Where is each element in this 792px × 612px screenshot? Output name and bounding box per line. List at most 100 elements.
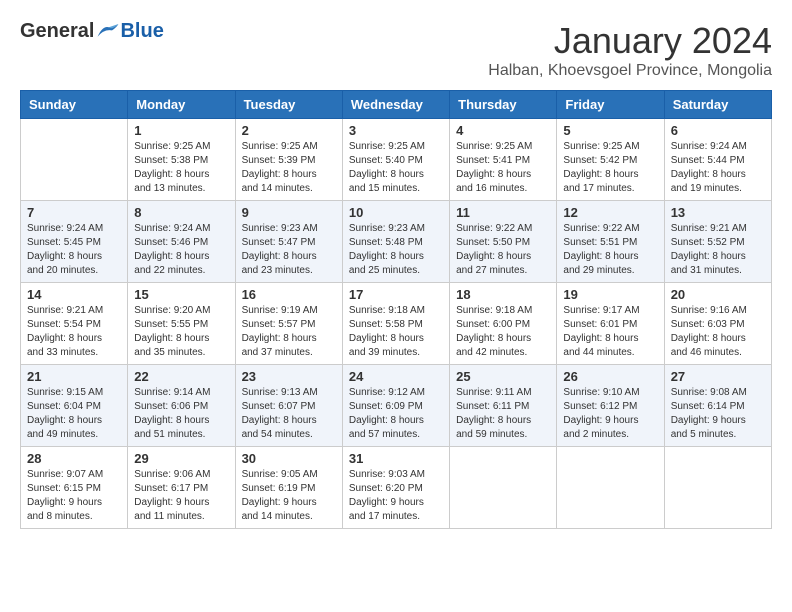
calendar-cell bbox=[450, 447, 557, 529]
day-number: 17 bbox=[349, 287, 443, 302]
month-title: January 2024 bbox=[488, 20, 772, 62]
calendar-cell: 10Sunrise: 9:23 AM Sunset: 5:48 PM Dayli… bbox=[342, 201, 449, 283]
calendar-cell: 17 Sunrise: 9:18 AM Sunset: 5:58 PM Dayli… bbox=[342, 283, 449, 365]
day-number: 13 bbox=[671, 205, 765, 220]
calendar-cell: 1 Sunrise: 9:25 AM Sunset: 5:38 PM Daylig… bbox=[128, 119, 235, 201]
calendar-cell: 21Sunrise: 9:15 AM Sunset: 6:04 PM Dayli… bbox=[21, 365, 128, 447]
calendar-cell: 29Sunrise: 9:06 AM Sunset: 6:17 PM Dayli… bbox=[128, 447, 235, 529]
calendar-cell: 14Sunrise: 9:21 AM Sunset: 5:54 PM Dayli… bbox=[21, 283, 128, 365]
calendar-week-row: 14Sunrise: 9:21 AM Sunset: 5:54 PM Dayli… bbox=[21, 283, 772, 365]
calendar-cell: 12Sunrise: 9:22 AM Sunset: 5:51 PM Dayli… bbox=[557, 201, 664, 283]
day-number: 26 bbox=[563, 369, 657, 384]
calendar-cell: 2 Sunrise: 9:25 AM Sunset: 5:39 PM Daylig… bbox=[235, 119, 342, 201]
calendar-cell bbox=[21, 119, 128, 201]
calendar-cell: 28Sunrise: 9:07 AM Sunset: 6:15 PM Dayli… bbox=[21, 447, 128, 529]
day-number: 18 bbox=[456, 287, 550, 302]
day-info: Sunrise: 9:25 AM Sunset: 5:39 PM Dayligh… bbox=[242, 140, 336, 196]
day-info: Sunrise: 9:18 AM Sunset: 5:58 PM Dayligh… bbox=[349, 304, 443, 360]
day-number: 5 bbox=[563, 123, 657, 138]
day-info: Sunrise: 9:20 AM Sunset: 5:55 PM Dayligh… bbox=[134, 304, 228, 360]
calendar-cell: 9 Sunrise: 9:23 AM Sunset: 5:47 PM Daylig… bbox=[235, 201, 342, 283]
calendar-day-header: Saturday bbox=[664, 91, 771, 119]
day-number: 11 bbox=[456, 205, 550, 220]
day-info: Sunrise: 9:14 AM Sunset: 6:06 PM Dayligh… bbox=[134, 386, 228, 442]
day-number: 20 bbox=[671, 287, 765, 302]
calendar-week-row: 7Sunrise: 9:24 AM Sunset: 5:45 PM Daylig… bbox=[21, 201, 772, 283]
day-number: 16 bbox=[242, 287, 336, 302]
calendar-cell: 3 Sunrise: 9:25 AM Sunset: 5:40 PM Daylig… bbox=[342, 119, 449, 201]
calendar-cell: 27Sunrise: 9:08 AM Sunset: 6:14 PM Dayli… bbox=[664, 365, 771, 447]
day-number: 1 bbox=[134, 123, 228, 138]
day-info: Sunrise: 9:24 AM Sunset: 5:45 PM Dayligh… bbox=[27, 222, 121, 278]
calendar-cell: 8Sunrise: 9:24 AM Sunset: 5:46 PM Daylig… bbox=[128, 201, 235, 283]
day-number: 4 bbox=[456, 123, 550, 138]
day-number: 9 bbox=[242, 205, 336, 220]
day-number: 23 bbox=[242, 369, 336, 384]
calendar-cell: 31 Sunrise: 9:03 AM Sunset: 6:20 PM Dayli… bbox=[342, 447, 449, 529]
day-info: Sunrise: 9:05 AM Sunset: 6:19 PM Dayligh… bbox=[242, 468, 336, 524]
day-number: 25 bbox=[456, 369, 550, 384]
calendar-week-row: 1 Sunrise: 9:25 AM Sunset: 5:38 PM Daylig… bbox=[21, 119, 772, 201]
calendar-cell: 25Sunrise: 9:11 AM Sunset: 6:11 PM Dayli… bbox=[450, 365, 557, 447]
day-number: 19 bbox=[563, 287, 657, 302]
day-info: Sunrise: 9:12 AM Sunset: 6:09 PM Dayligh… bbox=[349, 386, 443, 442]
calendar-day-header: Wednesday bbox=[342, 91, 449, 119]
calendar-cell: 22 Sunrise: 9:14 AM Sunset: 6:06 PM Dayli… bbox=[128, 365, 235, 447]
day-info: Sunrise: 9:25 AM Sunset: 5:38 PM Dayligh… bbox=[134, 140, 228, 196]
day-info: Sunrise: 9:22 AM Sunset: 5:50 PM Dayligh… bbox=[456, 222, 550, 278]
calendar-cell: 23Sunrise: 9:13 AM Sunset: 6:07 PM Dayli… bbox=[235, 365, 342, 447]
calendar-cell: 20 Sunrise: 9:16 AM Sunset: 6:03 PM Dayli… bbox=[664, 283, 771, 365]
day-number: 24 bbox=[349, 369, 443, 384]
day-info: Sunrise: 9:25 AM Sunset: 5:40 PM Dayligh… bbox=[349, 140, 443, 196]
calendar-cell: 15 Sunrise: 9:20 AM Sunset: 5:55 PM Dayli… bbox=[128, 283, 235, 365]
day-number: 6 bbox=[671, 123, 765, 138]
title-section: January 2024 Halban, Khoevsgoel Province… bbox=[488, 20, 772, 80]
logo-blue-text: Blue bbox=[120, 20, 163, 43]
day-number: 31 bbox=[349, 451, 443, 466]
calendar-week-row: 28Sunrise: 9:07 AM Sunset: 6:15 PM Dayli… bbox=[21, 447, 772, 529]
day-info: Sunrise: 9:16 AM Sunset: 6:03 PM Dayligh… bbox=[671, 304, 765, 360]
calendar-day-header: Sunday bbox=[21, 91, 128, 119]
day-info: Sunrise: 9:21 AM Sunset: 5:54 PM Dayligh… bbox=[27, 304, 121, 360]
day-info: Sunrise: 9:06 AM Sunset: 6:17 PM Dayligh… bbox=[134, 468, 228, 524]
day-number: 21 bbox=[27, 369, 121, 384]
day-number: 3 bbox=[349, 123, 443, 138]
day-number: 12 bbox=[563, 205, 657, 220]
calendar-cell: 11 Sunrise: 9:22 AM Sunset: 5:50 PM Dayli… bbox=[450, 201, 557, 283]
day-info: Sunrise: 9:23 AM Sunset: 5:48 PM Dayligh… bbox=[349, 222, 443, 278]
calendar-cell: 6 Sunrise: 9:24 AM Sunset: 5:44 PM Daylig… bbox=[664, 119, 771, 201]
day-number: 15 bbox=[134, 287, 228, 302]
calendar-day-header: Thursday bbox=[450, 91, 557, 119]
calendar-cell: 13 Sunrise: 9:21 AM Sunset: 5:52 PM Dayli… bbox=[664, 201, 771, 283]
day-info: Sunrise: 9:25 AM Sunset: 5:42 PM Dayligh… bbox=[563, 140, 657, 196]
calendar-cell: 7Sunrise: 9:24 AM Sunset: 5:45 PM Daylig… bbox=[21, 201, 128, 283]
day-number: 2 bbox=[242, 123, 336, 138]
day-info: Sunrise: 9:23 AM Sunset: 5:47 PM Dayligh… bbox=[242, 222, 336, 278]
calendar-week-row: 21Sunrise: 9:15 AM Sunset: 6:04 PM Dayli… bbox=[21, 365, 772, 447]
day-info: Sunrise: 9:07 AM Sunset: 6:15 PM Dayligh… bbox=[27, 468, 121, 524]
calendar-cell: 19 Sunrise: 9:17 AM Sunset: 6:01 PM Dayli… bbox=[557, 283, 664, 365]
calendar-cell: 18Sunrise: 9:18 AM Sunset: 6:00 PM Dayli… bbox=[450, 283, 557, 365]
day-number: 22 bbox=[134, 369, 228, 384]
day-number: 27 bbox=[671, 369, 765, 384]
calendar-day-header: Monday bbox=[128, 91, 235, 119]
day-info: Sunrise: 9:24 AM Sunset: 5:44 PM Dayligh… bbox=[671, 140, 765, 196]
calendar-header-row: SundayMondayTuesdayWednesdayThursdayFrid… bbox=[21, 91, 772, 119]
logo-bird-icon bbox=[96, 22, 120, 42]
day-info: Sunrise: 9:03 AM Sunset: 6:20 PM Dayligh… bbox=[349, 468, 443, 524]
calendar-day-header: Tuesday bbox=[235, 91, 342, 119]
day-number: 30 bbox=[242, 451, 336, 466]
calendar-table: SundayMondayTuesdayWednesdayThursdayFrid… bbox=[20, 90, 772, 529]
day-info: Sunrise: 9:19 AM Sunset: 5:57 PM Dayligh… bbox=[242, 304, 336, 360]
calendar-cell bbox=[557, 447, 664, 529]
day-info: Sunrise: 9:25 AM Sunset: 5:41 PM Dayligh… bbox=[456, 140, 550, 196]
day-info: Sunrise: 9:10 AM Sunset: 6:12 PM Dayligh… bbox=[563, 386, 657, 442]
calendar-cell: 4 Sunrise: 9:25 AM Sunset: 5:41 PM Daylig… bbox=[450, 119, 557, 201]
day-info: Sunrise: 9:17 AM Sunset: 6:01 PM Dayligh… bbox=[563, 304, 657, 360]
calendar-cell: 30 Sunrise: 9:05 AM Sunset: 6:19 PM Dayli… bbox=[235, 447, 342, 529]
day-info: Sunrise: 9:21 AM Sunset: 5:52 PM Dayligh… bbox=[671, 222, 765, 278]
logo-general-text: General bbox=[20, 20, 94, 43]
calendar-day-header: Friday bbox=[557, 91, 664, 119]
calendar-cell: 5 Sunrise: 9:25 AM Sunset: 5:42 PM Daylig… bbox=[557, 119, 664, 201]
page-header: General Blue January 2024 Halban, Khoevs… bbox=[20, 20, 772, 80]
